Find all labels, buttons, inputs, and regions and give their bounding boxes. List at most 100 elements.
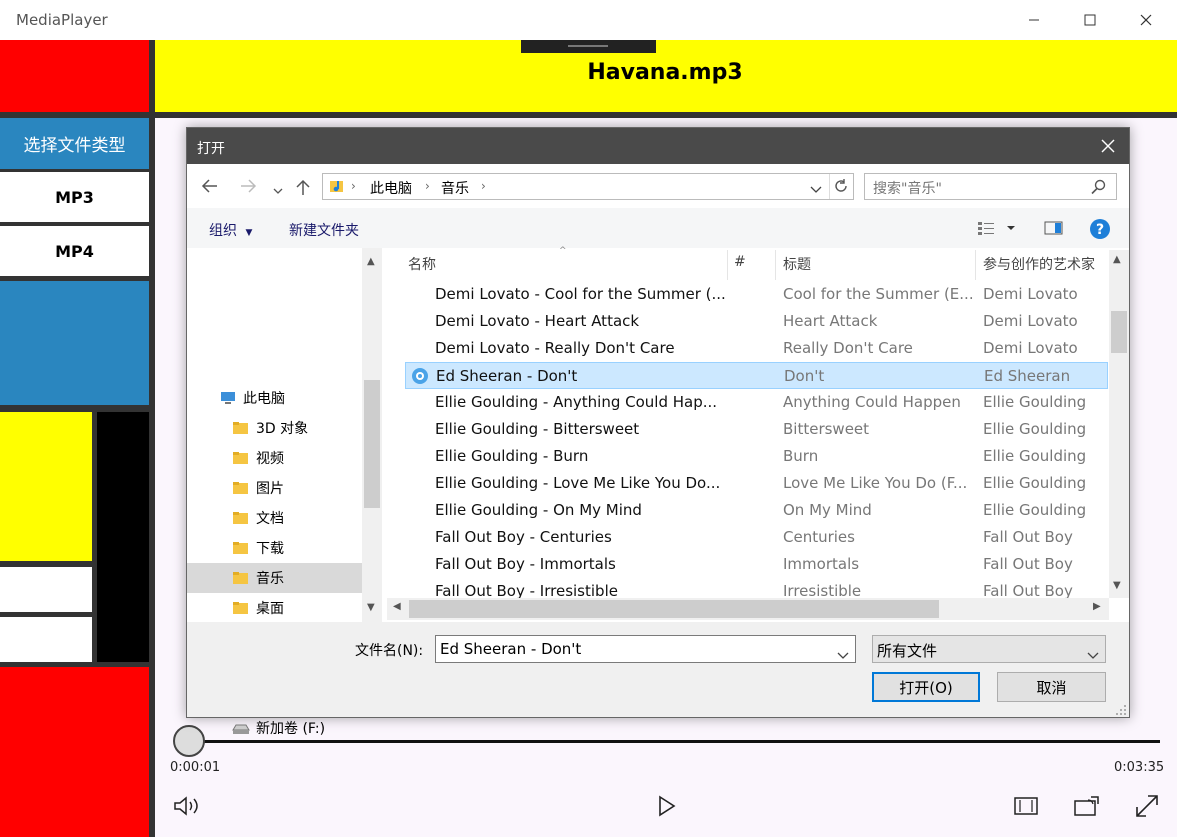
filename-value: Ed Sheeran - Don't [440, 640, 582, 658]
file-row[interactable]: Ellie Goulding - Bittersweet Bittersweet E… [405, 416, 1108, 443]
file-artist: Demi Lovato [983, 339, 1078, 357]
column-header-artist[interactable]: 参与创作的艺术家 [983, 254, 1095, 274]
file-title: Really Don't Care [783, 339, 913, 357]
total-time: 0:03:35 [1114, 760, 1165, 775]
open-button[interactable]: 打开(O) [872, 672, 980, 702]
decor-black-block [97, 412, 149, 662]
search-box[interactable]: 搜索"音乐" [864, 173, 1117, 200]
mp4-button[interactable]: MP4 [0, 226, 149, 276]
file-row[interactable]: Ellie Goulding - Anything Could Hap... An… [405, 389, 1108, 416]
file-artist: Ellie Goulding [983, 420, 1087, 438]
file-name: Ellie Goulding - Anything Could Hap... [435, 393, 718, 411]
tree-item[interactable]: 新加卷 (F:) [187, 713, 362, 743]
file-row[interactable]: Demi Lovato - Really Don't Care Really Do… [405, 335, 1108, 362]
close-button[interactable] [1117, 0, 1175, 40]
file-artist: Ellie Goulding [983, 501, 1087, 519]
file-row[interactable]: Ellie Goulding - On My Mind On My Mind Ell… [405, 497, 1108, 524]
tree-scroll-thumb[interactable] [364, 380, 380, 508]
file-title: Cool for the Summer (E... [783, 285, 973, 303]
aspect-button[interactable] [1012, 794, 1040, 822]
file-row[interactable]: Fall Out Boy - Centuries Centuries Fall Ou… [405, 524, 1108, 551]
chevron-down-icon [1087, 646, 1099, 664]
breadcrumb-this-pc[interactable]: 此电脑 [370, 178, 412, 198]
file-artist: Demi Lovato [983, 312, 1078, 330]
folder-documents-icon [232, 511, 250, 525]
chevron-up-icon[interactable]: ▲ [1113, 254, 1121, 265]
column-header-number[interactable]: # [734, 254, 746, 270]
file-row[interactable]: Demi Lovato - Heart Attack Heart Attack De… [405, 308, 1108, 335]
cancel-button[interactable]: 取消 [997, 672, 1106, 702]
back-button[interactable] [201, 178, 219, 198]
help-button[interactable]: ? [1089, 218, 1111, 244]
tree-item[interactable]: 图片 [187, 473, 362, 503]
chevron-up-icon[interactable]: ▲ [367, 256, 375, 267]
maximize-button[interactable] [1061, 0, 1119, 40]
minimize-button[interactable] [1005, 0, 1063, 40]
chevron-right-icon[interactable]: ▶ [1093, 601, 1101, 612]
file-artist: Ellie Goulding [983, 447, 1087, 465]
tree-item-label: 下载 [256, 541, 284, 557]
chevron-down-icon[interactable]: ▼ [1113, 580, 1121, 591]
address-dropdown-icon[interactable] [810, 182, 822, 198]
decor-blue-block [0, 281, 149, 405]
tree-item[interactable]: 桌面 [187, 593, 362, 623]
file-type-header: 选择文件类型 [0, 118, 149, 169]
drive-icon [232, 721, 250, 735]
tree-item[interactable]: 下载 [187, 533, 362, 563]
horizontal-scroll-thumb[interactable] [409, 600, 939, 618]
tree-item[interactable]: 3D 对象 [187, 413, 362, 443]
play-button[interactable] [656, 794, 678, 822]
tree-item[interactable]: 此电脑 [187, 383, 362, 413]
play-icon [659, 795, 676, 817]
column-separator[interactable] [975, 250, 976, 280]
forward-button[interactable] [239, 178, 257, 198]
decor-white-block-2 [0, 617, 92, 662]
chevron-down-icon [273, 188, 283, 194]
dialog-close-button[interactable] [1093, 134, 1123, 158]
search-icon [1091, 179, 1107, 199]
file-row[interactable]: Ellie Goulding - Love Me Like You Do... L… [405, 470, 1108, 497]
recent-locations-button[interactable] [273, 180, 283, 199]
column-header-title[interactable]: 标题 [783, 254, 811, 274]
file-type-filter[interactable]: 所有文件 [872, 635, 1106, 663]
filename-label: 文件名(N): [355, 643, 424, 659]
maximize-icon [1084, 14, 1096, 26]
organize-button[interactable]: 组织 ▼ [209, 220, 252, 240]
file-artist: Ellie Goulding [983, 474, 1087, 492]
file-row[interactable]: Ellie Goulding - Burn Burn Ellie Goulding [405, 443, 1108, 470]
address-divider [829, 174, 830, 199]
filename-input[interactable]: Ed Sheeran - Don't [435, 635, 856, 663]
column-separator[interactable] [727, 250, 728, 280]
column-separator[interactable] [775, 250, 776, 280]
file-row[interactable]: Fall Out Boy - Immortals Immortals Fall Ou… [405, 551, 1108, 578]
volume-button[interactable] [172, 794, 202, 822]
file-row[interactable]: Demi Lovato - Cool for the Summer (... Co… [405, 281, 1108, 308]
column-header-name[interactable]: 名称 [408, 254, 436, 274]
chevron-down-icon[interactable]: ▼ [367, 602, 375, 613]
chevron-left-icon[interactable]: ◀ [393, 601, 401, 612]
vertical-scroll-thumb[interactable] [1111, 311, 1127, 353]
tree-item[interactable]: 音乐 [187, 563, 362, 593]
chevron-down-icon[interactable] [837, 646, 849, 664]
file-name: Ellie Goulding - On My Mind [435, 501, 642, 519]
fullscreen-button[interactable] [1133, 792, 1161, 824]
file-list-vertical-scrollbar[interactable] [1109, 250, 1129, 598]
resize-grip-icon[interactable] [1115, 704, 1127, 716]
refresh-button[interactable] [833, 178, 849, 198]
fullscreen-icon [1136, 795, 1158, 817]
file-row[interactable]: Ed Sheeran - Don't Don't Ed Sheeran [405, 362, 1108, 389]
address-bar[interactable]: › 此电脑 › 音乐 › [322, 173, 854, 200]
breadcrumb-music[interactable]: 音乐 [441, 178, 469, 198]
view-options-button[interactable] [977, 220, 1017, 240]
help-icon: ? [1090, 219, 1110, 239]
mp3-button[interactable]: MP3 [0, 172, 149, 222]
drag-handle[interactable] [521, 40, 656, 53]
preview-pane-button[interactable] [1044, 220, 1064, 240]
new-folder-button[interactable]: 新建文件夹 [289, 220, 359, 240]
tree-item[interactable]: 文档 [187, 503, 362, 533]
cast-button[interactable] [1073, 794, 1101, 822]
up-button[interactable] [295, 178, 311, 200]
divider [155, 112, 1177, 118]
computer-icon [219, 391, 237, 405]
tree-item[interactable]: 视频 [187, 443, 362, 473]
